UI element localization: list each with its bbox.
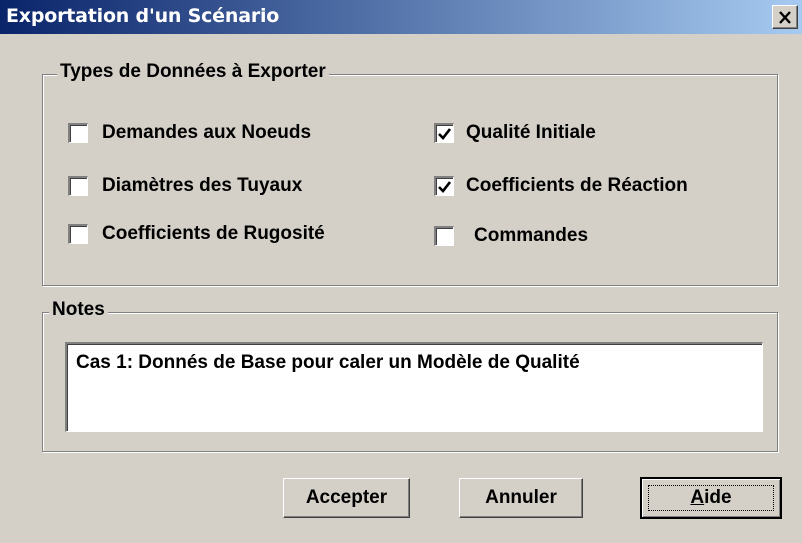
controls-checkbox[interactable] — [434, 226, 454, 246]
window-title: Exportation d'un Scénario — [6, 5, 280, 27]
reaction-coefficients-label: Coefficients de Réaction — [466, 175, 688, 196]
checkbox-item-pipe-diameters[interactable]: Diamètres des Tuyaux — [68, 175, 302, 197]
pipe-diameters-label: Diamètres des Tuyaux — [102, 175, 303, 196]
notes-legend: Notes — [49, 299, 108, 321]
controls-label: Commandes — [474, 225, 589, 246]
title-bar[interactable]: Exportation d'un Scénario — [0, 0, 802, 34]
node-demands-checkbox[interactable] — [68, 123, 88, 143]
accept-button[interactable]: Accepter — [283, 478, 410, 518]
data-types-legend: Types de Données à Exporter — [57, 61, 329, 83]
checkmark-icon — [438, 127, 451, 140]
node-demands-label: Demandes aux Noeuds — [102, 122, 312, 143]
checkbox-item-node-demands[interactable]: Demandes aux Noeuds — [68, 122, 311, 144]
help-button[interactable]: Aide — [640, 477, 782, 519]
checkbox-item-initial-quality[interactable]: Qualité Initiale — [434, 122, 596, 144]
initial-quality-label: Qualité Initiale — [466, 122, 596, 143]
cancel-button[interactable]: Annuler — [459, 478, 583, 518]
notes-text: Cas 1: Donnés de Base pour caler un Modè… — [76, 352, 580, 373]
close-button[interactable] — [772, 5, 798, 29]
close-icon — [779, 10, 791, 24]
reaction-coefficients-checkbox[interactable] — [434, 176, 454, 196]
checkbox-item-roughness[interactable]: Coefficients de Rugosité — [68, 223, 325, 245]
checkbox-item-reaction-coefficients[interactable]: Coefficients de Réaction — [434, 175, 688, 197]
pipe-diameters-checkbox[interactable] — [68, 176, 88, 196]
roughness-checkbox[interactable] — [68, 224, 88, 244]
checkbox-item-controls[interactable]: Commandes — [434, 225, 588, 247]
roughness-label: Coefficients de Rugosité — [102, 223, 325, 244]
notes-textarea[interactable]: Cas 1: Donnés de Base pour caler un Modè… — [65, 342, 763, 432]
checkmark-icon — [438, 180, 451, 193]
initial-quality-checkbox[interactable] — [434, 123, 454, 143]
focus-indicator — [648, 485, 774, 511]
export-scenario-dialog: Exportation d'un Scénario Types de Donné… — [0, 0, 802, 543]
